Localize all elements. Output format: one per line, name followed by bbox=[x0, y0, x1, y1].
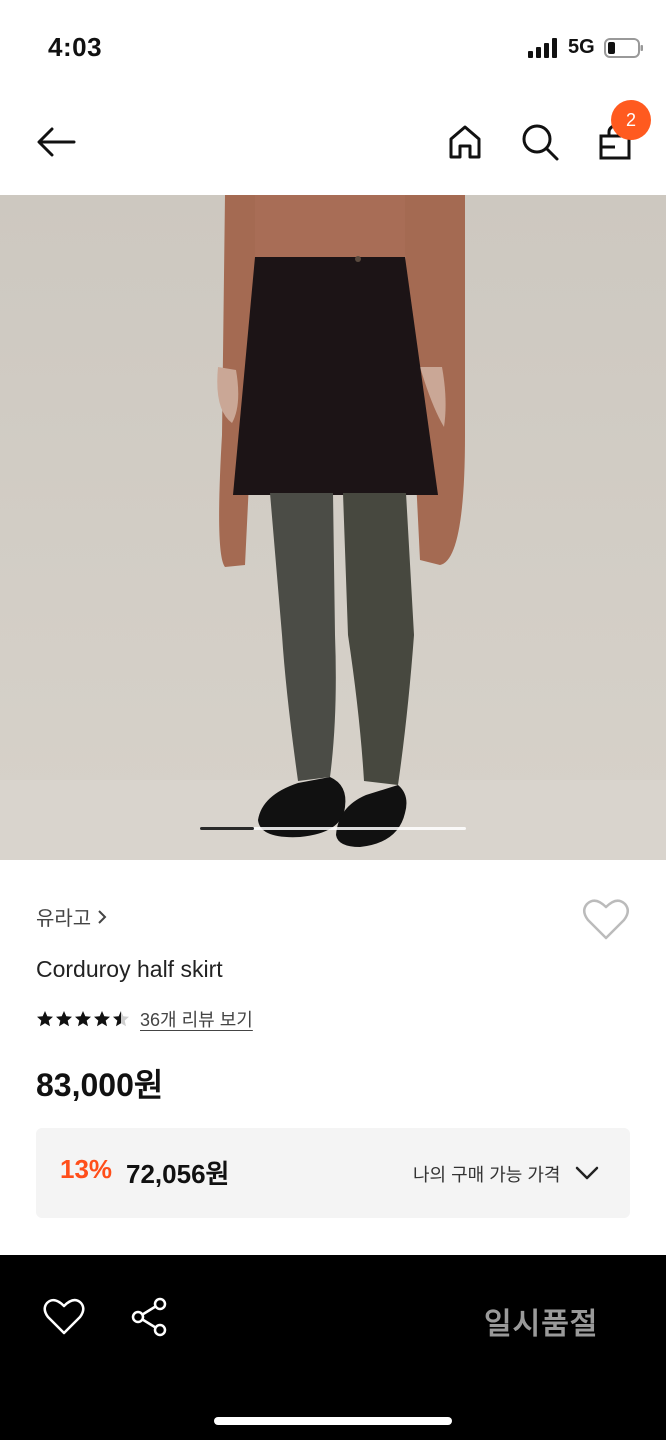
product-price: 83,000원 bbox=[36, 1067, 164, 1103]
star-icon bbox=[94, 1011, 110, 1027]
star-rating bbox=[36, 1010, 130, 1028]
product-name: Corduroy half skirt bbox=[36, 956, 223, 982]
home-indicator bbox=[214, 1417, 452, 1425]
star-icon bbox=[113, 1011, 129, 1027]
battery-icon bbox=[604, 38, 643, 58]
review-link[interactable]: 36개 리뷰 보기 bbox=[140, 1006, 253, 1032]
purchasable-price-box[interactable]: 13% 72,056원 나의 구매 가능 가격 bbox=[36, 1128, 630, 1218]
arrow-left-icon bbox=[37, 127, 76, 157]
network-label: 5G bbox=[568, 36, 595, 58]
share-icon bbox=[131, 1297, 167, 1337]
wishlist-button[interactable] bbox=[582, 896, 630, 942]
heart-icon bbox=[43, 1298, 85, 1335]
chevron-right-icon bbox=[98, 909, 107, 924]
purchasable-price-label: 나의 구매 가능 가격 bbox=[413, 1165, 561, 1185]
product-image bbox=[0, 195, 666, 860]
product-image-carousel[interactable] bbox=[0, 195, 666, 860]
status-time: 4:03 bbox=[48, 32, 103, 62]
star-icon bbox=[56, 1011, 72, 1027]
star-icon bbox=[75, 1011, 91, 1027]
cart-count-badge: 2 bbox=[611, 100, 651, 140]
search-button[interactable] bbox=[516, 118, 564, 166]
star-icon bbox=[37, 1011, 53, 1027]
home-icon bbox=[449, 125, 481, 159]
soldout-button[interactable]: 일시품절 bbox=[484, 1299, 598, 1343]
signal-icon bbox=[528, 38, 557, 58]
rating-row: 36개 리뷰 보기 bbox=[36, 1006, 253, 1032]
carousel-progress-thumb bbox=[200, 827, 254, 830]
bottom-action-bar: 일시품절 bbox=[0, 1255, 666, 1440]
back-button[interactable] bbox=[32, 118, 80, 166]
home-button[interactable] bbox=[441, 118, 489, 166]
status-bar: 4:03 5G bbox=[0, 0, 666, 96]
brand-name: 유라고 bbox=[36, 908, 92, 930]
bottom-wishlist-button[interactable] bbox=[42, 1295, 86, 1339]
brand-link[interactable]: 유라고 bbox=[36, 902, 107, 931]
discount-price: 72,056원 bbox=[126, 1159, 230, 1189]
heart-icon bbox=[583, 899, 629, 940]
share-button[interactable] bbox=[128, 1295, 172, 1339]
search-icon bbox=[522, 124, 559, 161]
discount-rate: 13% bbox=[60, 1154, 113, 1184]
top-navigation: 2 bbox=[0, 96, 666, 192]
chevron-down-icon bbox=[575, 1166, 599, 1180]
